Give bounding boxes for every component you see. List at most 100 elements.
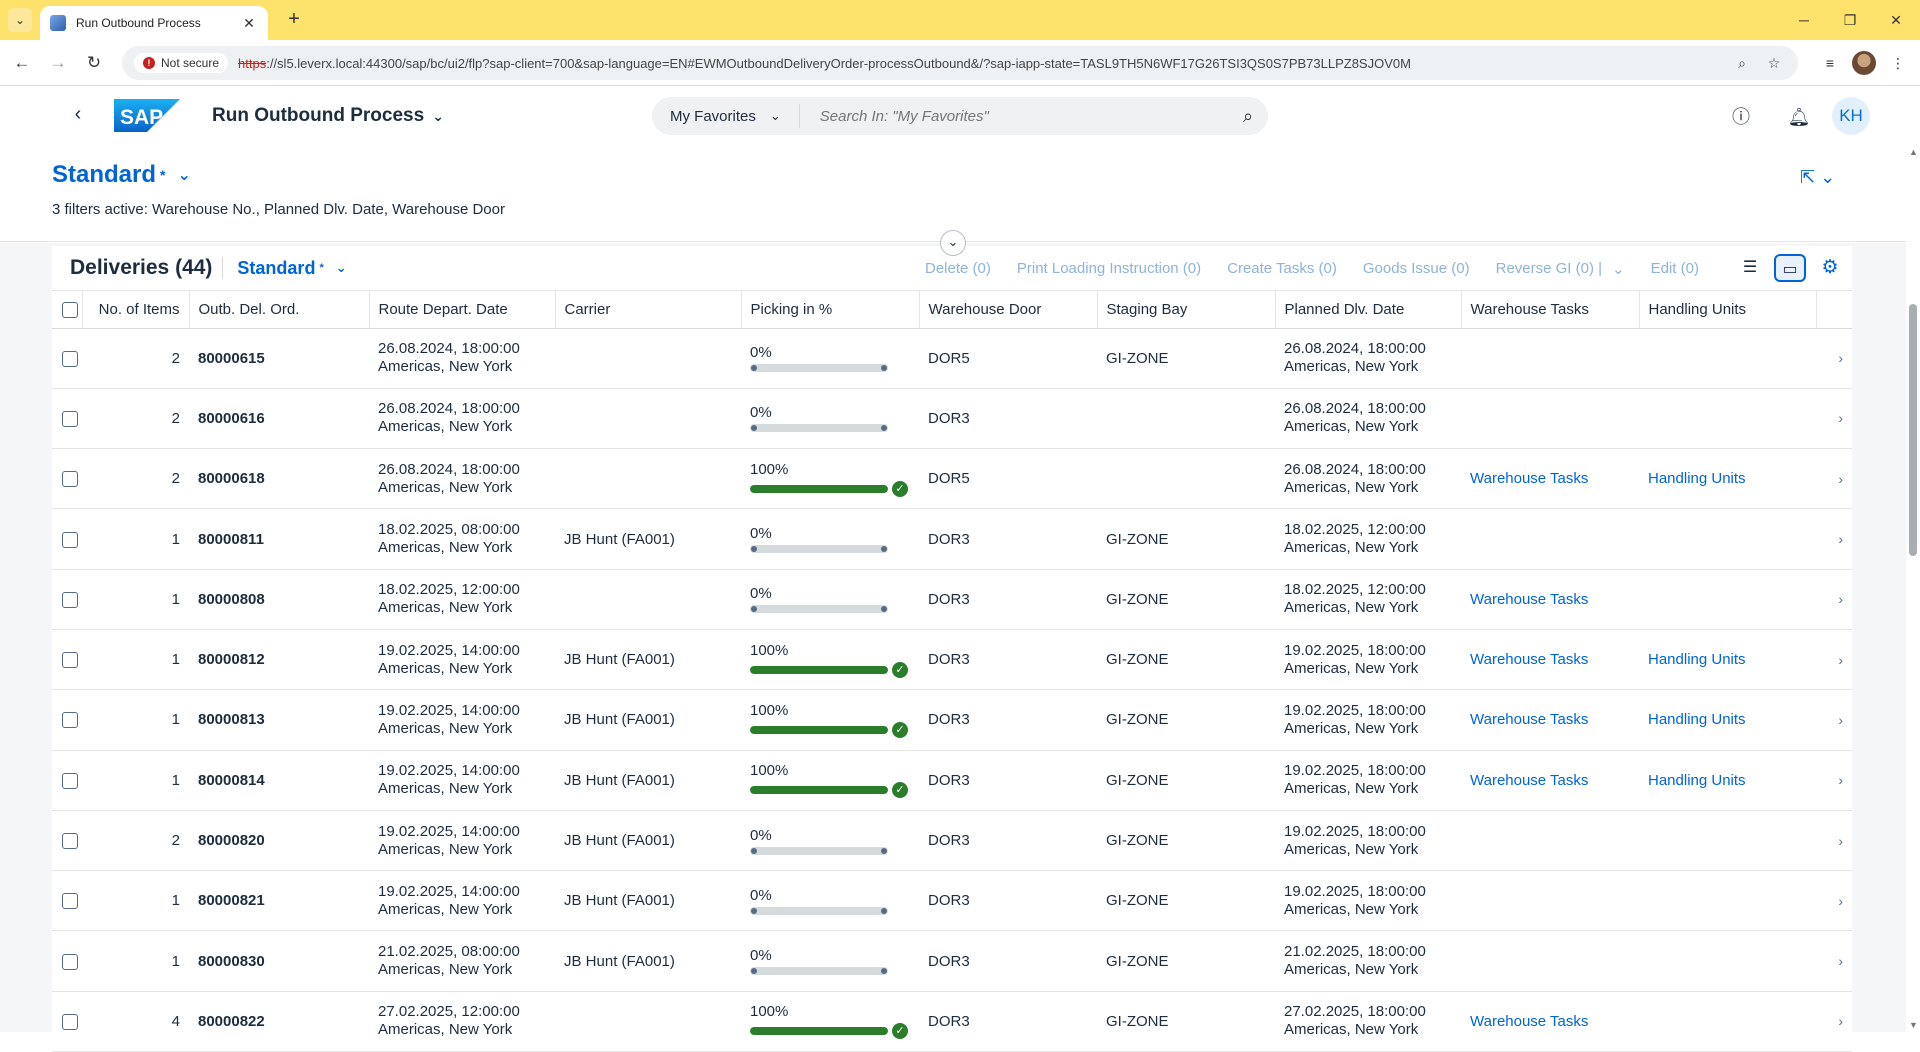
media-control-icon[interactable]: ≡ — [1818, 51, 1842, 75]
app-title-menu[interactable]: Run Outbound Process ⌄ — [212, 105, 444, 127]
row-checkbox[interactable] — [62, 772, 78, 789]
collapse-header-chevron-down-icon[interactable]: ⌄ — [940, 230, 966, 256]
close-tab-icon[interactable]: ✕ — [240, 15, 258, 32]
shell-search-input[interactable] — [799, 107, 1228, 125]
zoom-icon[interactable]: ⌕ — [1730, 55, 1754, 72]
table-row[interactable]: 1 80000811 18.02.2025, 08:00:00 Americas, N… — [52, 508, 1852, 570]
table-variant-management[interactable]: Standard * ⌄ — [222, 257, 347, 279]
column-header-planned[interactable]: Planned Dlv. Date — [1275, 291, 1462, 329]
table-row[interactable]: 1 80000830 21.02.2025, 08:00:00 Americas, N… — [52, 930, 1852, 992]
column-header-route[interactable]: Route Depart. Date — [369, 291, 556, 329]
table-row[interactable]: 1 80000821 19.02.2025, 14:00:00 Americas, N… — [52, 870, 1852, 932]
search-icon[interactable]: ⌕ — [1228, 106, 1268, 127]
table-row[interactable]: 2 80000820 19.02.2025, 14:00:00 Americas, N… — [52, 810, 1852, 872]
search-scope-select[interactable]: My Favorites ⌄ — [652, 104, 800, 128]
row-navigation-chevron-right-icon[interactable]: › — [1816, 328, 1852, 389]
gear-icon[interactable]: ⚙ — [1814, 254, 1846, 282]
scroll-up-icon[interactable]: ▲ — [1909, 147, 1918, 157]
row-navigation-chevron-right-icon[interactable]: › — [1816, 388, 1852, 450]
row-checkbox[interactable] — [62, 591, 78, 608]
row-navigation-chevron-right-icon[interactable]: › — [1816, 930, 1852, 992]
browser-tab[interactable]: Run Outbound Process ✕ — [40, 6, 268, 40]
warehouse-tasks-link[interactable]: Warehouse Tasks — [1470, 651, 1588, 668]
page-scrollbar[interactable]: ▲ ▼ — [1906, 147, 1920, 1032]
row-checkbox[interactable] — [62, 1013, 78, 1030]
user-avatar[interactable]: KH — [1832, 97, 1870, 135]
column-header-door[interactable]: Warehouse Door — [919, 291, 1098, 329]
scrollbar-thumb[interactable] — [1909, 304, 1917, 556]
row-checkbox[interactable] — [62, 893, 78, 910]
table-row[interactable]: 2 80000615 26.08.2024, 18:00:00 Americas, N… — [52, 328, 1852, 389]
column-header-warehouse-tasks[interactable]: Warehouse Tasks — [1461, 291, 1640, 329]
row-navigation-chevron-right-icon[interactable]: › — [1816, 448, 1852, 510]
table-row[interactable]: 1 80000808 18.02.2025, 12:00:00 Americas, N… — [52, 569, 1852, 630]
column-header-order[interactable]: Outb. Del. Ord. — [189, 291, 370, 329]
bell-icon[interactable]: 🔔︎ — [1786, 104, 1812, 130]
row-navigation-chevron-right-icon[interactable]: › — [1816, 508, 1852, 570]
shell-back-chevron-left-icon[interactable]: ‹ — [66, 103, 90, 127]
row-checkbox[interactable] — [62, 833, 78, 850]
column-header-items[interactable]: No. of Items — [82, 291, 190, 329]
column-header-carrier[interactable]: Carrier — [555, 291, 742, 329]
row-checkbox[interactable] — [62, 410, 78, 427]
table-row[interactable]: 1 80000812 19.02.2025, 14:00:00 Americas, N… — [52, 629, 1852, 691]
reload-icon[interactable]: ↻ — [82, 51, 106, 75]
tab-search-chevron-down-icon[interactable]: ⌄ — [8, 8, 32, 32]
row-navigation-chevron-right-icon[interactable]: › — [1816, 569, 1852, 630]
table-row[interactable]: 1 80000813 19.02.2025, 14:00:00 Americas, N… — [52, 689, 1852, 751]
row-navigation-chevron-right-icon[interactable]: › — [1816, 810, 1852, 872]
edit-button[interactable]: Edit (0) — [1651, 260, 1699, 277]
url-text[interactable]: https://sl5.leverx.local:44300/sap/bc/ui… — [238, 56, 1722, 71]
profile-avatar[interactable] — [1852, 51, 1876, 75]
row-checkbox[interactable] — [62, 531, 78, 548]
back-arrow-icon[interactable]: ← — [10, 51, 34, 75]
new-tab-button[interactable]: + — [282, 8, 306, 32]
row-checkbox[interactable] — [62, 953, 78, 970]
row-navigation-chevron-right-icon[interactable]: › — [1816, 629, 1852, 691]
scroll-down-icon[interactable]: ▼ — [1909, 1020, 1918, 1030]
column-header-picking[interactable]: Picking in % — [741, 291, 920, 329]
row-checkbox[interactable] — [62, 350, 78, 367]
column-header-bay[interactable]: Staging Bay — [1097, 291, 1276, 329]
sap-logo[interactable]: SAP — [114, 99, 180, 132]
help-icon[interactable]: ⓘ — [1728, 104, 1754, 130]
select-all-checkbox[interactable] — [62, 301, 78, 318]
restore-window-icon[interactable]: ❐ — [1828, 6, 1872, 34]
reverse-gi-chevron-down-icon[interactable]: ⌄ — [1612, 260, 1625, 278]
handling-units-link[interactable]: Handling Units — [1648, 651, 1746, 668]
browser-menu-icon[interactable]: ⋮ — [1886, 51, 1910, 75]
row-navigation-chevron-right-icon[interactable]: › — [1816, 750, 1852, 811]
table-row[interactable]: 4 80000822 27.02.2025, 12:00:00 Americas, N… — [52, 991, 1852, 1052]
share-icon[interactable]: ⇱ ⌄ — [1800, 167, 1835, 188]
warehouse-tasks-link[interactable]: Warehouse Tasks — [1470, 1013, 1588, 1030]
row-checkbox[interactable] — [62, 652, 78, 669]
warehouse-tasks-link[interactable]: Warehouse Tasks — [1470, 591, 1588, 608]
create-tasks-button[interactable]: Create Tasks (0) — [1227, 260, 1337, 277]
table-row[interactable]: 2 80000618 26.08.2024, 18:00:00 Americas, N… — [52, 448, 1852, 510]
delete-button[interactable]: Delete (0) — [925, 260, 991, 277]
goods-issue-button[interactable]: Goods Issue (0) — [1363, 260, 1470, 277]
table-view-icon[interactable]: ▭ — [1774, 254, 1806, 282]
row-checkbox[interactable] — [62, 471, 78, 488]
row-navigation-chevron-right-icon[interactable]: › — [1816, 870, 1852, 932]
print-loading-instruction-button[interactable]: Print Loading Instruction (0) — [1017, 260, 1201, 277]
bookmark-star-icon[interactable]: ☆ — [1762, 55, 1786, 72]
warehouse-tasks-link[interactable]: Warehouse Tasks — [1470, 470, 1588, 487]
forward-arrow-icon[interactable]: → — [46, 51, 70, 75]
tree-view-icon[interactable]: ☰ — [1734, 254, 1766, 282]
handling-units-link[interactable]: Handling Units — [1648, 470, 1746, 487]
table-row[interactable]: 2 80000616 26.08.2024, 18:00:00 Americas, N… — [52, 388, 1852, 450]
row-checkbox[interactable] — [62, 712, 78, 729]
handling-units-link[interactable]: Handling Units — [1648, 711, 1746, 728]
close-window-icon[interactable]: ✕ — [1874, 6, 1918, 34]
variant-management[interactable]: Standard * ⌄ — [52, 161, 191, 189]
column-header-handling-units[interactable]: Handling Units — [1639, 291, 1817, 329]
table-row[interactable]: 1 80000814 19.02.2025, 14:00:00 Americas, N… — [52, 750, 1852, 811]
reverse-gi-button[interactable]: Reverse GI (0) | — [1496, 260, 1602, 277]
minimize-window-icon[interactable]: ─ — [1782, 6, 1826, 34]
address-bar[interactable]: ! Not secure https://sl5.leverx.local:44… — [122, 46, 1798, 80]
row-navigation-chevron-right-icon[interactable]: › — [1816, 991, 1852, 1052]
not-secure-chip[interactable]: ! Not secure — [134, 53, 229, 73]
warehouse-tasks-link[interactable]: Warehouse Tasks — [1470, 772, 1588, 789]
handling-units-link[interactable]: Handling Units — [1648, 772, 1746, 789]
